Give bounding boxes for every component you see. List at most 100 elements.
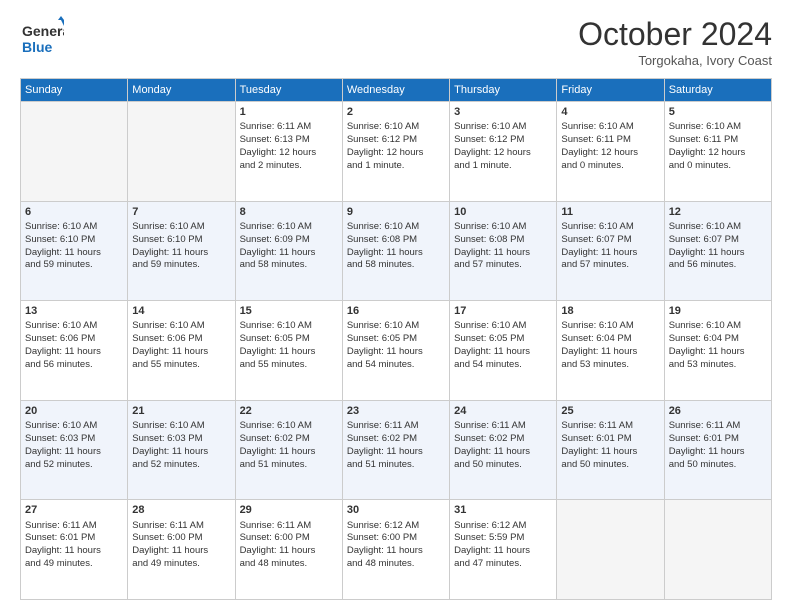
day-number: 29 (240, 503, 338, 517)
day-number: 26 (669, 404, 767, 418)
calendar-cell: 20 Sunrise: 6:10 AMSunset: 6:03 PMDayligh… (21, 400, 128, 500)
calendar-cell: 10 Sunrise: 6:10 AMSunset: 6:08 PMDayligh… (450, 201, 557, 301)
header-thursday: Thursday (450, 79, 557, 102)
day-info: Sunrise: 6:11 AMSunset: 6:02 PMDaylight:… (347, 420, 445, 471)
day-info: Sunrise: 6:11 AMSunset: 6:01 PMDaylight:… (25, 520, 123, 571)
day-info: Sunrise: 6:10 AMSunset: 6:09 PMDaylight:… (240, 221, 338, 272)
calendar-week-0: 1 Sunrise: 6:11 AMSunset: 6:13 PMDaylight… (21, 102, 772, 202)
day-number: 12 (669, 205, 767, 219)
calendar-body: 1 Sunrise: 6:11 AMSunset: 6:13 PMDaylight… (21, 102, 772, 600)
day-number: 19 (669, 304, 767, 318)
day-info: Sunrise: 6:10 AMSunset: 6:05 PMDaylight:… (347, 320, 445, 371)
day-info: Sunrise: 6:10 AMSunset: 6:06 PMDaylight:… (132, 320, 230, 371)
calendar-cell: 28 Sunrise: 6:11 AMSunset: 6:00 PMDayligh… (128, 500, 235, 600)
day-info: Sunrise: 6:10 AMSunset: 6:03 PMDaylight:… (25, 420, 123, 471)
page: General Blue October 2024 Torgokaha, Ivo… (0, 0, 792, 612)
header-monday: Monday (128, 79, 235, 102)
location: Torgokaha, Ivory Coast (578, 53, 772, 68)
calendar-cell: 1 Sunrise: 6:11 AMSunset: 6:13 PMDaylight… (235, 102, 342, 202)
day-number: 14 (132, 304, 230, 318)
header-wednesday: Wednesday (342, 79, 449, 102)
calendar-week-3: 20 Sunrise: 6:10 AMSunset: 6:03 PMDayligh… (21, 400, 772, 500)
calendar-cell: 25 Sunrise: 6:11 AMSunset: 6:01 PMDayligh… (557, 400, 664, 500)
day-number: 9 (347, 205, 445, 219)
calendar-cell: 17Sunrise: 6:10 AMSunset: 6:05 PMDayligh… (450, 301, 557, 401)
day-info: Sunrise: 6:12 AMSunset: 6:00 PMDaylight:… (347, 520, 445, 571)
svg-text:Blue: Blue (22, 39, 53, 55)
calendar-cell: 22 Sunrise: 6:10 AMSunset: 6:02 PMDayligh… (235, 400, 342, 500)
day-info: Sunrise: 6:11 AMSunset: 6:13 PMDaylight:… (240, 121, 338, 172)
day-info: Sunrise: 6:12 AMSunset: 5:59 PMDaylight:… (454, 520, 552, 571)
title-block: October 2024 Torgokaha, Ivory Coast (578, 16, 772, 68)
day-number: 24 (454, 404, 552, 418)
day-number: 20 (25, 404, 123, 418)
day-number: 28 (132, 503, 230, 517)
calendar-week-2: 13 Sunrise: 6:10 AMSunset: 6:06 PMDayligh… (21, 301, 772, 401)
logo: General Blue (20, 16, 64, 60)
day-info: Sunrise: 6:10 AMSunset: 6:11 PMDaylight:… (561, 121, 659, 172)
day-info: Sunrise: 6:10 AMSunset: 6:08 PMDaylight:… (454, 221, 552, 272)
day-info: Sunrise: 6:10 AMSunset: 6:11 PMDaylight:… (669, 121, 767, 172)
day-number: 21 (132, 404, 230, 418)
day-info: Sunrise: 6:10 AMSunset: 6:12 PMDaylight:… (347, 121, 445, 172)
calendar-cell: 16 Sunrise: 6:10 AMSunset: 6:05 PMDayligh… (342, 301, 449, 401)
day-info: Sunrise: 6:10 AMSunset: 6:05 PMDaylight:… (454, 320, 552, 371)
calendar-cell: 7 Sunrise: 6:10 AMSunset: 6:10 PMDaylight… (128, 201, 235, 301)
header-saturday: Saturday (664, 79, 771, 102)
day-number: 31 (454, 503, 552, 517)
day-info: Sunrise: 6:10 AMSunset: 6:05 PMDaylight:… (240, 320, 338, 371)
calendar-cell: 21 Sunrise: 6:10 AMSunset: 6:03 PMDayligh… (128, 400, 235, 500)
calendar-cell: 26Sunrise: 6:11 AMSunset: 6:01 PMDayligh… (664, 400, 771, 500)
day-info: Sunrise: 6:10 AMSunset: 6:02 PMDaylight:… (240, 420, 338, 471)
calendar-table: Sunday Monday Tuesday Wednesday Thursday… (20, 78, 772, 600)
day-number: 16 (347, 304, 445, 318)
calendar-cell: 3Sunrise: 6:10 AMSunset: 6:12 PMDaylight… (450, 102, 557, 202)
day-info: Sunrise: 6:10 AMSunset: 6:07 PMDaylight:… (561, 221, 659, 272)
calendar-cell: 12 Sunrise: 6:10 AMSunset: 6:07 PMDayligh… (664, 201, 771, 301)
calendar-week-1: 6 Sunrise: 6:10 AMSunset: 6:10 PMDaylight… (21, 201, 772, 301)
calendar-cell (664, 500, 771, 600)
day-number: 13 (25, 304, 123, 318)
day-number: 10 (454, 205, 552, 219)
day-number: 5 (669, 105, 767, 119)
day-number: 8 (240, 205, 338, 219)
header: General Blue October 2024 Torgokaha, Ivo… (20, 16, 772, 68)
calendar-cell: 6 Sunrise: 6:10 AMSunset: 6:10 PMDaylight… (21, 201, 128, 301)
day-number: 30 (347, 503, 445, 517)
calendar-cell: 30 Sunrise: 6:12 AMSunset: 6:00 PMDayligh… (342, 500, 449, 600)
day-info: Sunrise: 6:10 AMSunset: 6:03 PMDaylight:… (132, 420, 230, 471)
calendar-cell: 5 Sunrise: 6:10 AMSunset: 6:11 PMDaylight… (664, 102, 771, 202)
day-number: 23 (347, 404, 445, 418)
header-tuesday: Tuesday (235, 79, 342, 102)
day-info: Sunrise: 6:10 AMSunset: 6:10 PMDaylight:… (132, 221, 230, 272)
calendar-cell: 23 Sunrise: 6:11 AMSunset: 6:02 PMDayligh… (342, 400, 449, 500)
calendar-cell: 13 Sunrise: 6:10 AMSunset: 6:06 PMDayligh… (21, 301, 128, 401)
day-info: Sunrise: 6:11 AMSunset: 6:02 PMDaylight:… (454, 420, 552, 471)
day-info: Sunrise: 6:10 AMSunset: 6:07 PMDaylight:… (669, 221, 767, 272)
day-number: 18 (561, 304, 659, 318)
day-info: Sunrise: 6:11 AMSunset: 6:01 PMDaylight:… (561, 420, 659, 471)
month-title: October 2024 (578, 16, 772, 53)
day-number: 6 (25, 205, 123, 219)
day-info: Sunrise: 6:10 AMSunset: 6:06 PMDaylight:… (25, 320, 123, 371)
calendar-cell: 24 Sunrise: 6:11 AMSunset: 6:02 PMDayligh… (450, 400, 557, 500)
day-number: 22 (240, 404, 338, 418)
day-info: Sunrise: 6:11 AMSunset: 6:00 PMDaylight:… (240, 520, 338, 571)
day-info: Sunrise: 6:11 AMSunset: 6:00 PMDaylight:… (132, 520, 230, 571)
logo-svg: General Blue (20, 16, 64, 60)
calendar-week-4: 27 Sunrise: 6:11 AMSunset: 6:01 PMDayligh… (21, 500, 772, 600)
calendar-cell: 4Sunrise: 6:10 AMSunset: 6:11 PMDaylight… (557, 102, 664, 202)
day-number: 15 (240, 304, 338, 318)
day-number: 2 (347, 105, 445, 119)
calendar-cell: 19 Sunrise: 6:10 AMSunset: 6:04 PMDayligh… (664, 301, 771, 401)
day-number: 7 (132, 205, 230, 219)
day-number: 1 (240, 105, 338, 119)
header-friday: Friday (557, 79, 664, 102)
calendar-cell: 8 Sunrise: 6:10 AMSunset: 6:09 PMDaylight… (235, 201, 342, 301)
day-number: 25 (561, 404, 659, 418)
day-info: Sunrise: 6:10 AMSunset: 6:10 PMDaylight:… (25, 221, 123, 272)
day-number: 27 (25, 503, 123, 517)
calendar-cell: 2 Sunrise: 6:10 AMSunset: 6:12 PMDaylight… (342, 102, 449, 202)
day-info: Sunrise: 6:10 AMSunset: 6:04 PMDaylight:… (669, 320, 767, 371)
svg-text:General: General (22, 23, 64, 39)
